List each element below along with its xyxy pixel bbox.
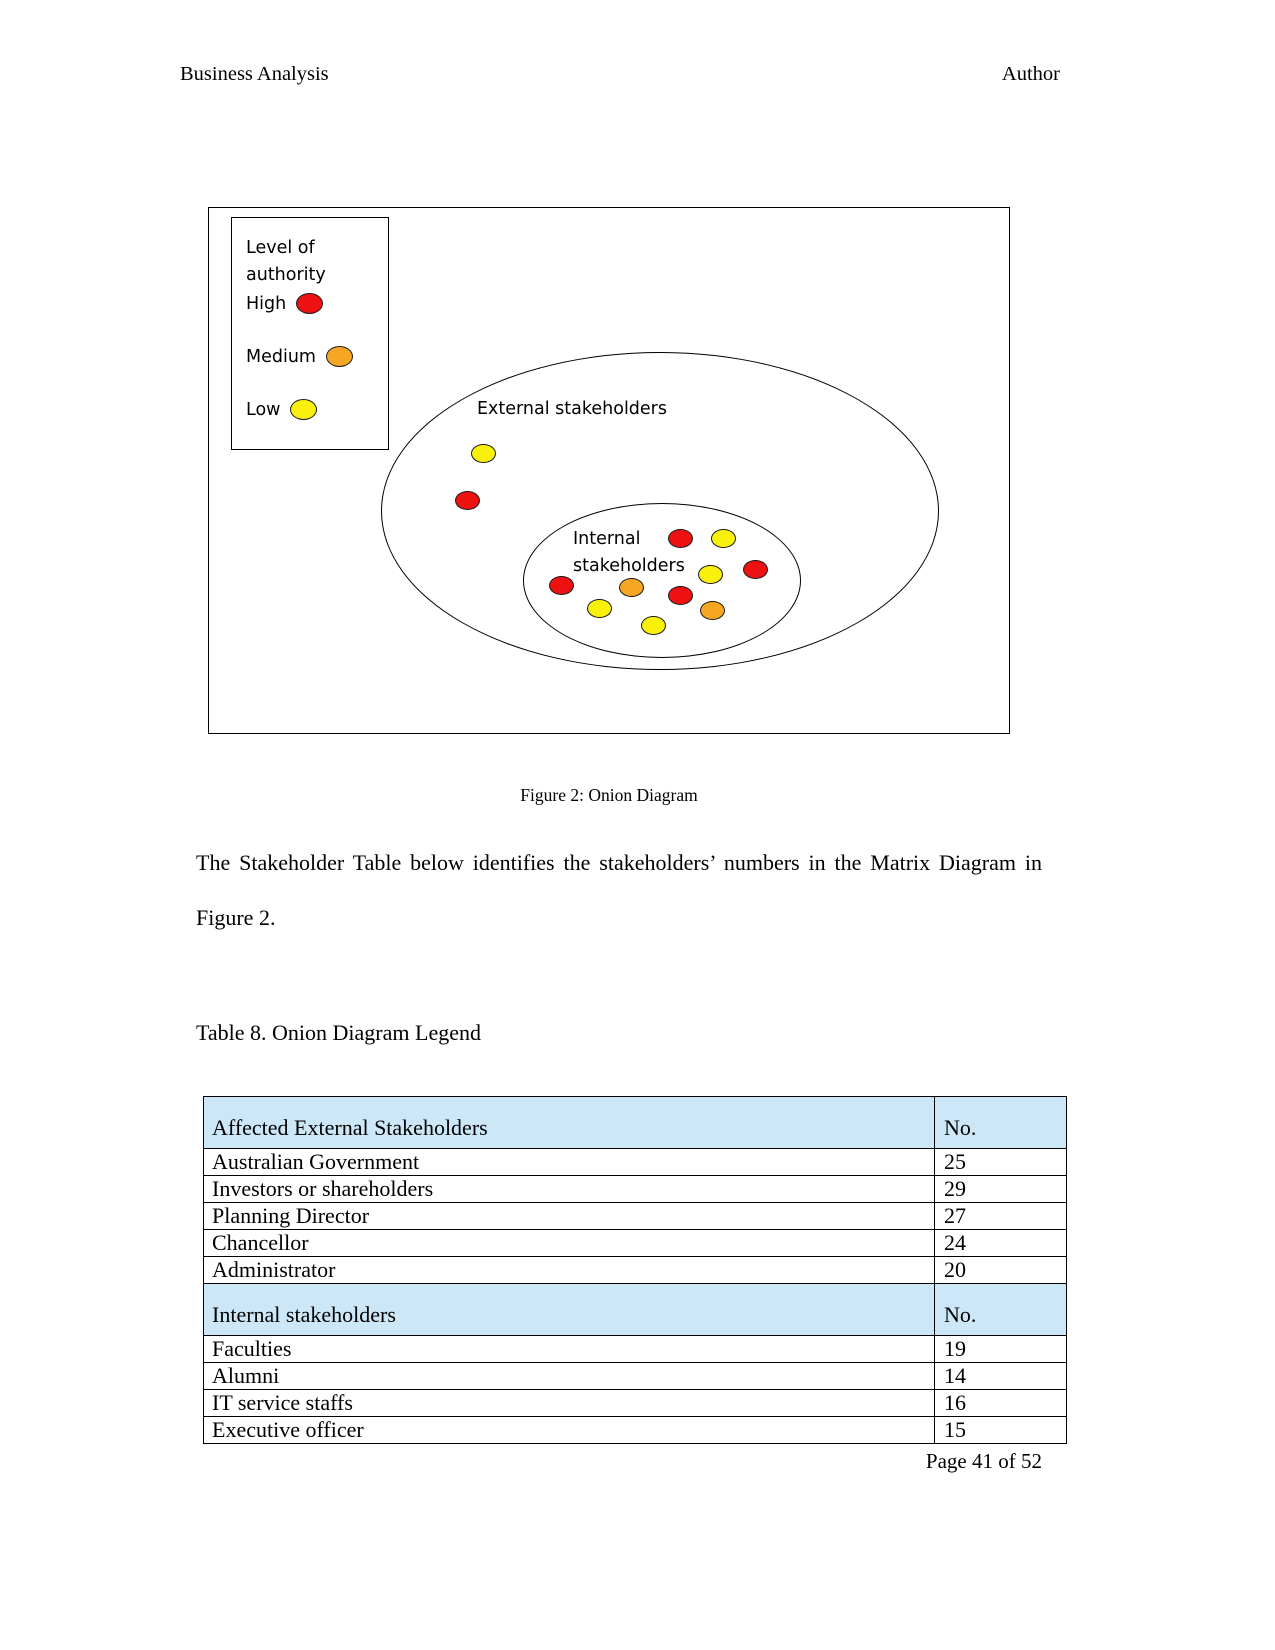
stakeholder-name-cell: IT service staffs [203,1389,935,1417]
header-right-text: Author [1001,63,1060,85]
internal-stakeholder-node [743,560,768,579]
stakeholder-name-cell: Planning Director [203,1202,935,1230]
figure-caption: Figure 2: Onion Diagram [520,785,698,805]
stakeholder-name-cell: Investors or shareholders [203,1175,935,1203]
stakeholder-name-cell: Executive officer [203,1416,935,1444]
legend-title: Level of authority [246,238,326,286]
onion-diagram-legend-table: Affected External Stakeholders No. Austral… [203,1096,1067,1444]
header-left-text: Business Analysis [180,63,329,85]
stakeholder-number-cell: 14 [934,1362,1067,1390]
legend-item-low-label: Low [246,399,281,420]
medium-authority-dot-icon [325,346,353,367]
body-paragraph: The Stakeholder Table below identifies t… [196,850,1042,931]
table-section-header-row: Internal stakeholders No. [203,1283,1067,1336]
low-authority-dot-icon [290,399,318,420]
stakeholder-number-cell: 29 [934,1175,1067,1203]
table-section-header-row: Affected External Stakeholders No. [203,1096,1067,1149]
internal-stakeholder-node [700,601,725,620]
stakeholder-number-cell: 24 [934,1229,1067,1257]
stakeholder-number-cell: 15 [934,1416,1067,1444]
stakeholder-number-cell: 16 [934,1389,1067,1417]
internal-stakeholder-node [698,565,723,584]
stakeholder-number-cell: 19 [934,1335,1067,1363]
table-row: IT service staffs 16 [203,1389,1067,1417]
external-stakeholder-node [455,491,480,510]
external-stakeholder-node [471,444,496,463]
stakeholder-name-cell: Australian Government [203,1148,935,1176]
legend-item-high: High [246,293,324,314]
stakeholder-number-cell: 25 [934,1148,1067,1176]
table-row: Alumni 14 [203,1362,1067,1390]
table-row: Investors or shareholders 29 [203,1175,1067,1203]
stakeholder-name-cell: Administrator [203,1256,935,1284]
table-row: Planning Director 27 [203,1202,1067,1230]
table-row: Executive officer 15 [203,1416,1067,1444]
internal-stakeholder-node [619,578,644,597]
legend-item-medium: Medium [246,346,353,367]
stakeholder-name-cell: Faculties [203,1335,935,1363]
onion-diagram-figure: External stakeholders Internal stakehold… [208,207,1010,734]
internal-stakeholder-node [711,529,736,548]
document-page: Business Analysis Author External stakeh… [0,0,1275,1650]
legend-item-medium-label: Medium [246,346,316,367]
table-section-header-label: Affected External Stakeholders [203,1096,935,1149]
legend-item-high-label: High [246,293,287,314]
running-header: Business Analysis Author [180,62,1060,87]
table-caption: Table 8. Onion Diagram Legend [196,1020,481,1045]
stakeholder-number-cell: 20 [934,1256,1067,1284]
legend-item-low: Low [246,399,318,420]
stakeholder-name-cell: Chancellor [203,1229,935,1257]
table-section-header-label: Internal stakeholders [203,1283,935,1336]
stakeholder-name-cell: Alumni [203,1362,935,1390]
internal-stakeholder-node [587,599,612,618]
stakeholder-number-cell: 27 [934,1202,1067,1230]
internal-stakeholder-node [549,576,574,595]
page-footer: Page 41 of 52 [925,1449,1042,1473]
table-row: Chancellor 24 [203,1229,1067,1257]
high-authority-dot-icon [296,293,324,314]
internal-stakeholder-node [668,586,693,605]
table-row: Faculties 19 [203,1335,1067,1363]
authority-legend-box: Level of authority High Medium Low [231,217,389,450]
table-section-header-number: No. [934,1096,1067,1149]
internal-stakeholder-node [668,529,693,548]
table-row: Administrator 20 [203,1256,1067,1284]
internal-stakeholder-node [641,616,666,635]
table-section-header-number: No. [934,1283,1067,1336]
external-stakeholders-label: External stakeholders [477,399,667,419]
table-row: Australian Government 25 [203,1148,1067,1176]
